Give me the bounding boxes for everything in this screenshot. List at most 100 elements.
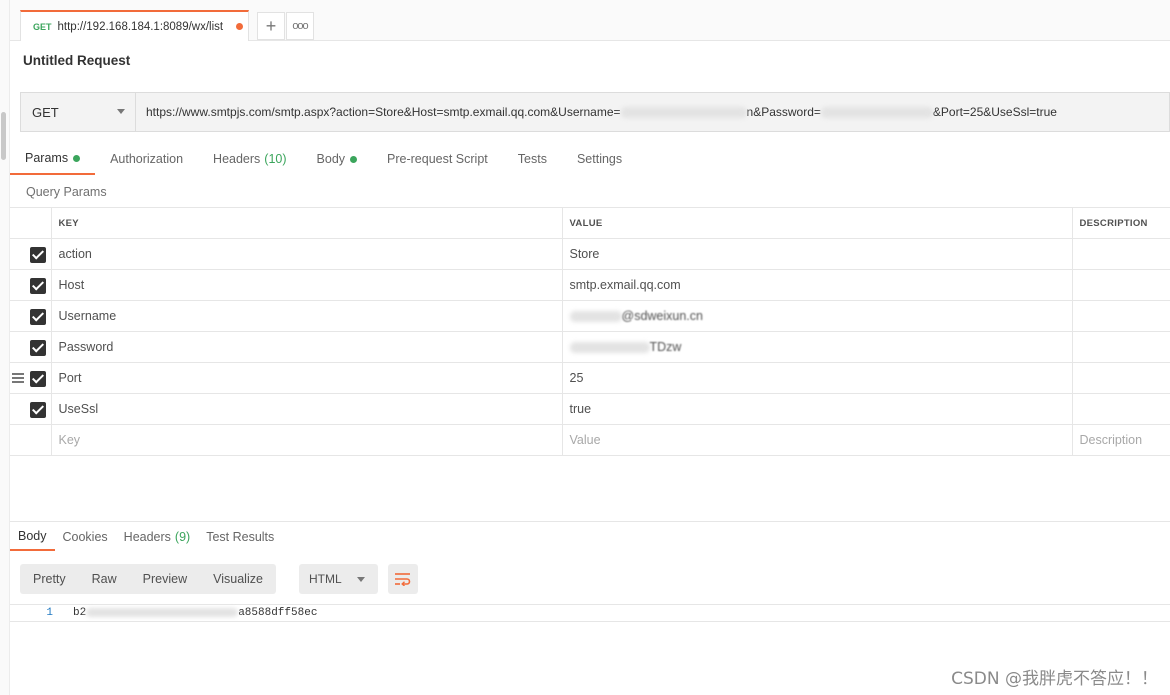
param-key[interactable]: Password — [50, 331, 563, 363]
column-header-value: VALUE — [561, 207, 1073, 239]
line-number: 1 — [46, 607, 53, 619]
tab-label: Tests — [517, 152, 547, 166]
tab-label: Headers — [123, 530, 171, 544]
url-text-mid: n&Password= — [746, 105, 821, 119]
request-response-divider[interactable] — [10, 521, 1170, 522]
response-body-editor[interactable]: 1 b2 a8588dff58ec — [10, 604, 1170, 622]
checkbox-checked-icon[interactable] — [30, 278, 46, 294]
param-key[interactable]: Username — [50, 300, 563, 332]
row-checkbox-cell — [10, 269, 52, 301]
param-description[interactable] — [1071, 393, 1170, 425]
status-dot-icon — [350, 155, 358, 163]
query-params-label: Query Params — [26, 185, 107, 199]
header-spacer — [10, 207, 52, 239]
code-start: b2 — [73, 607, 87, 619]
row-checkbox-cell — [10, 393, 52, 425]
request-tab[interactable]: GET http://192.168.184.1:8089/wx/list — [20, 10, 249, 41]
param-value[interactable]: 25 — [561, 362, 1073, 394]
code-end: a8588dff58ec — [238, 607, 318, 619]
status-dot-icon — [73, 154, 81, 162]
request-title[interactable]: Untitled Request — [23, 53, 130, 68]
param-description[interactable] — [1071, 300, 1170, 332]
tab-count-badge: (10) — [264, 152, 287, 166]
table-header-row: KEY VALUE DESCRIPTION — [10, 207, 1170, 239]
language-select-value: HTML — [309, 572, 342, 586]
request-tab-url: http://192.168.184.1:8089/wx/list — [57, 20, 224, 33]
param-value: @sdweixun.cn — [621, 309, 703, 323]
checkbox-checked-icon[interactable] — [30, 402, 46, 418]
new-value-input[interactable]: Value — [561, 424, 1073, 456]
pretty-button[interactable]: Pretty — [20, 564, 79, 594]
more-tabs-button[interactable]: ooo — [286, 12, 314, 40]
raw-button[interactable]: Raw — [79, 564, 130, 594]
new-tab-button[interactable]: + — [257, 12, 285, 40]
url-bar: GET https://www.smtpjs.com/smtp.aspx?act… — [20, 92, 1170, 132]
checkbox-checked-icon[interactable] — [30, 371, 46, 387]
method-select-value: GET — [32, 104, 59, 120]
tab-tests[interactable]: Tests — [503, 143, 562, 175]
tab-pre-request-script[interactable]: Pre-request Script — [372, 143, 503, 175]
param-key[interactable]: Host — [50, 269, 563, 301]
param-value-cell[interactable]: TDzw — [561, 331, 1073, 363]
new-description-input[interactable]: Description — [1071, 424, 1170, 456]
url-text-end: &Port=25&UseSsl=true — [932, 105, 1057, 119]
tab-body[interactable]: Body — [302, 143, 373, 175]
tab-test-results[interactable]: Test Results — [198, 523, 282, 551]
param-key[interactable]: UseSsl — [50, 393, 563, 425]
tab-response-body[interactable]: Body — [10, 523, 55, 551]
row-checkbox-cell — [10, 424, 52, 456]
tab-label: Headers — [213, 152, 261, 166]
left-edge-strip — [0, 0, 10, 695]
unsaved-dot-icon — [236, 23, 243, 30]
tab-label: Params — [25, 151, 69, 165]
tab-authorization[interactable]: Authorization — [95, 143, 198, 175]
scrollbar-thumb[interactable] — [1, 112, 6, 160]
language-select[interactable]: HTML — [299, 564, 378, 594]
redacted-value — [569, 342, 650, 354]
wrap-lines-button[interactable] — [388, 564, 418, 594]
param-key[interactable]: action — [50, 238, 563, 270]
checkbox-checked-icon[interactable] — [30, 340, 46, 356]
param-description[interactable] — [1071, 269, 1170, 301]
param-description[interactable] — [1071, 238, 1170, 270]
param-description[interactable] — [1071, 331, 1170, 363]
tab-headers[interactable]: Headers (10) — [198, 143, 301, 175]
tab-label: Pre-request Script — [387, 152, 488, 166]
tab-settings[interactable]: Settings — [562, 143, 637, 175]
watermark-text: CSDN @我胖虎不答应！！ — [951, 669, 1158, 689]
method-select[interactable]: GET — [21, 93, 136, 131]
checkbox-checked-icon[interactable] — [30, 247, 46, 263]
checkbox-checked-icon[interactable] — [30, 309, 46, 325]
response-tabs: Body Cookies Headers (9) Test Results — [10, 523, 282, 551]
row-checkbox-cell — [10, 238, 52, 270]
tab-label: Authorization — [110, 152, 184, 166]
param-value: TDzw — [649, 340, 682, 354]
row-checkbox-cell — [10, 300, 52, 332]
visualize-button[interactable]: Visualize — [200, 564, 276, 594]
query-params-table: KEY VALUE DESCRIPTION action Store Host … — [10, 207, 1170, 456]
column-header-key: KEY — [50, 207, 563, 239]
tab-response-cookies[interactable]: Cookies — [55, 523, 116, 551]
tab-count-badge: (9) — [174, 530, 191, 544]
url-text-start: https://www.smtpjs.com/smtp.aspx?action=… — [146, 105, 621, 119]
table-row: action Store — [10, 238, 1170, 270]
param-key[interactable]: Port — [50, 362, 563, 394]
more-icon: ooo — [292, 20, 308, 32]
param-value[interactable]: smtp.exmail.qq.com — [561, 269, 1073, 301]
param-description[interactable] — [1071, 362, 1170, 394]
param-value-cell[interactable]: @sdweixun.cn — [561, 300, 1073, 332]
param-value[interactable]: true — [561, 393, 1073, 425]
chevron-down-icon — [357, 577, 365, 582]
preview-button[interactable]: Preview — [130, 564, 200, 594]
drag-handle-icon[interactable] — [12, 373, 24, 383]
tab-response-headers[interactable]: Headers (9) — [116, 523, 199, 551]
row-checkbox-cell — [10, 362, 52, 394]
response-view-toolbar: Pretty Raw Preview Visualize — [20, 564, 276, 594]
tab-params[interactable]: Params — [10, 143, 96, 175]
request-tab-method: GET — [33, 21, 52, 32]
plus-icon: + — [265, 15, 277, 36]
param-value[interactable]: Store — [561, 238, 1073, 270]
tab-label: Body — [18, 529, 47, 543]
new-key-input[interactable]: Key — [50, 424, 563, 456]
url-input[interactable]: https://www.smtpjs.com/smtp.aspx?action=… — [136, 93, 1169, 131]
